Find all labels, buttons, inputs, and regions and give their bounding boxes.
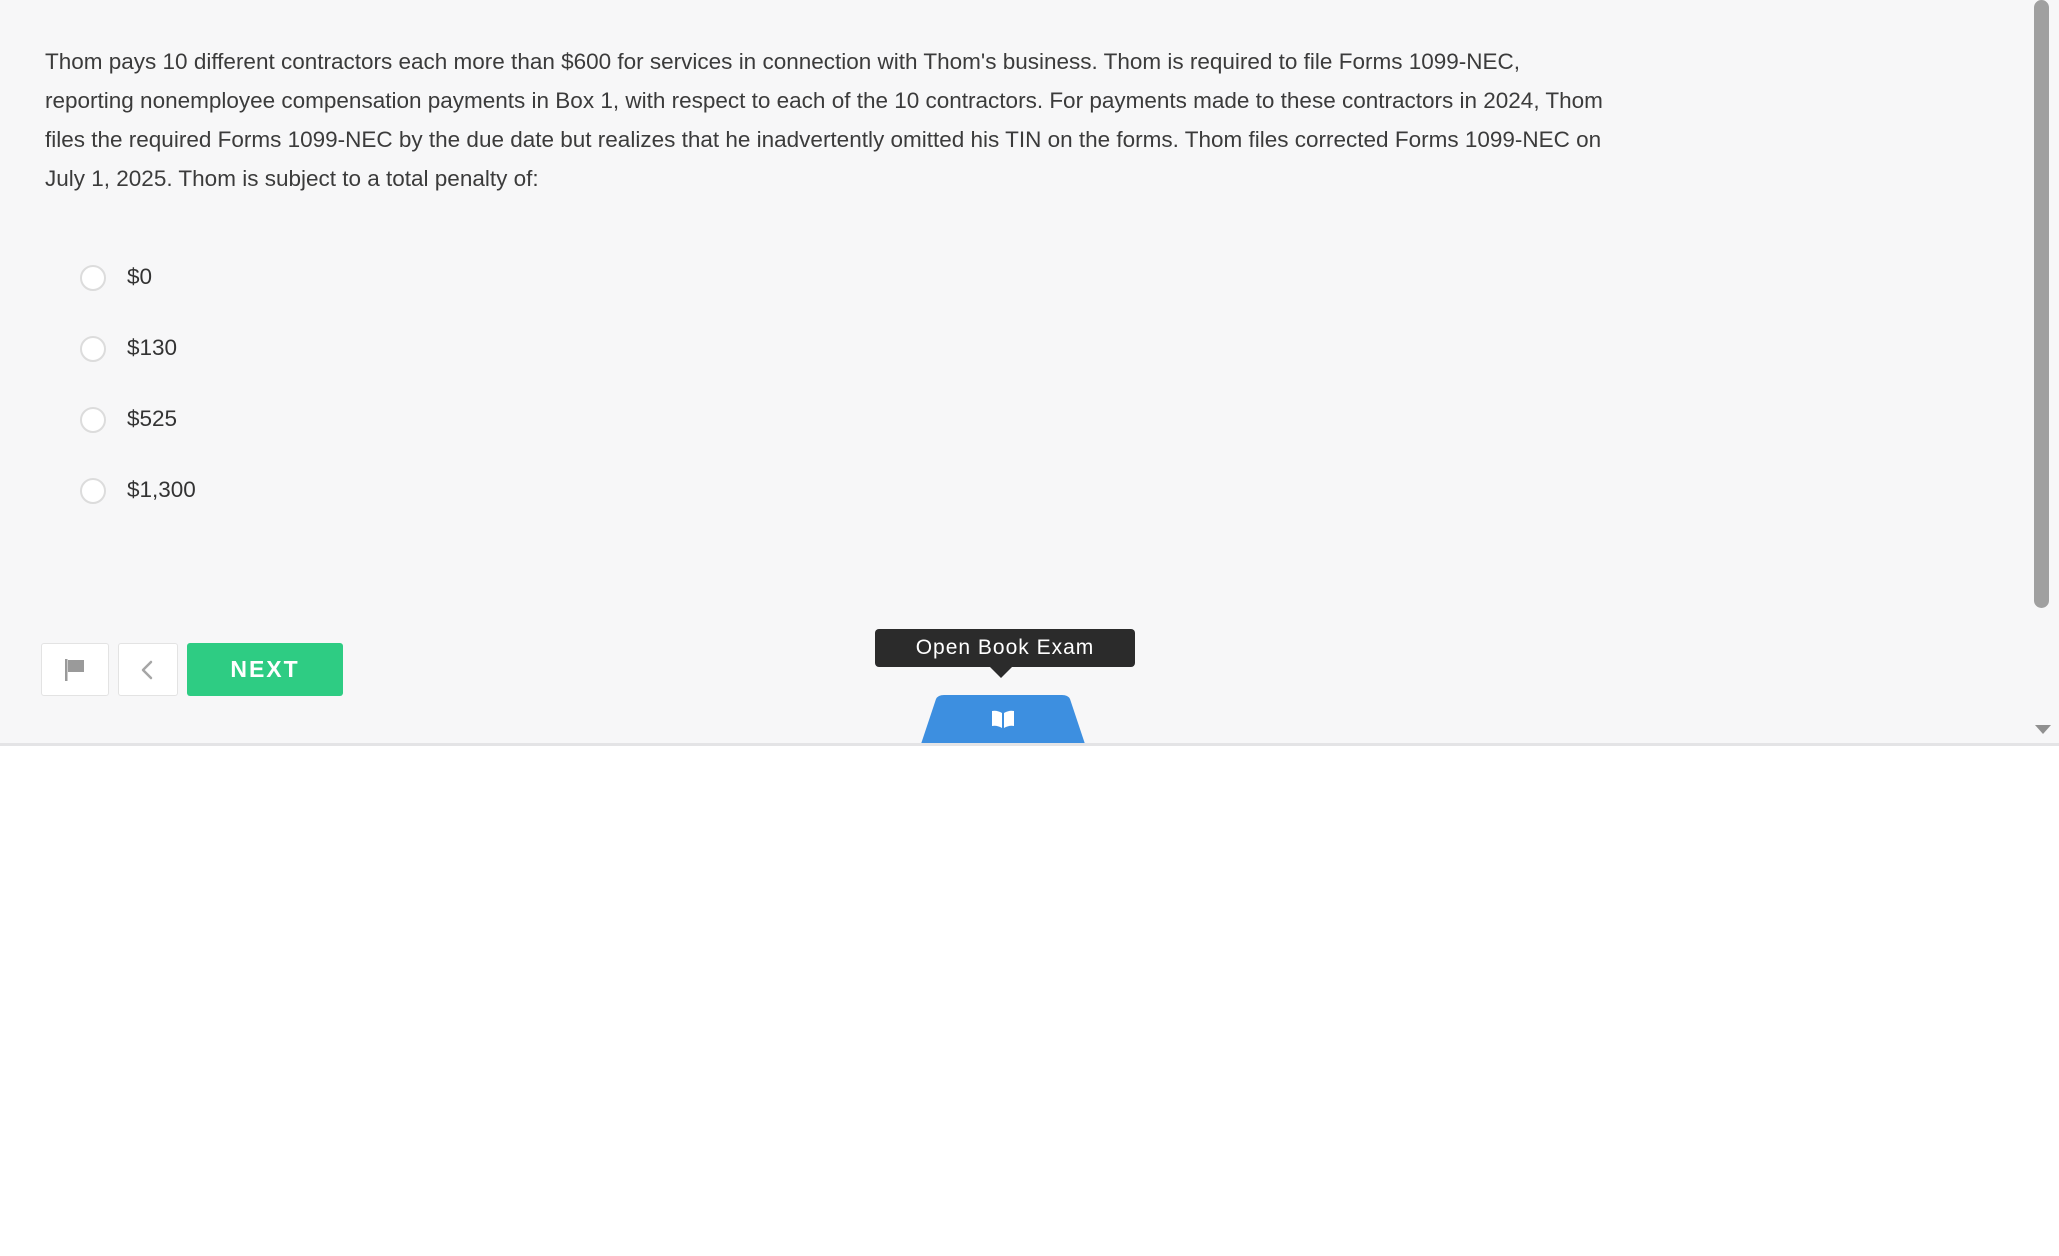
- open-book-tooltip: Open Book Exam: [875, 629, 1135, 667]
- answer-choices: $0 $130 $525 $1,300: [80, 258, 196, 542]
- choice-2[interactable]: $525: [80, 400, 196, 471]
- open-book-icon: [992, 710, 1014, 728]
- exam-panel: Thom pays 10 different contractors each …: [0, 0, 2059, 746]
- open-book-tab[interactable]: [920, 695, 1086, 743]
- scroll-down-arrow-icon[interactable]: [2031, 718, 2055, 740]
- choice-0[interactable]: $0: [80, 258, 196, 329]
- choice-3[interactable]: $1,300: [80, 471, 196, 542]
- flag-icon: [65, 658, 84, 681]
- tooltip-arrow: [990, 667, 1012, 678]
- choice-label: $1,300: [127, 477, 196, 502]
- flag-button[interactable]: [41, 643, 109, 696]
- scrollbar-thumb[interactable]: [2034, 0, 2049, 608]
- choice-1[interactable]: $130: [80, 329, 196, 400]
- chevron-left-icon: [141, 660, 153, 679]
- next-button[interactable]: NEXT: [187, 643, 343, 696]
- question-toolbar: NEXT: [41, 643, 343, 696]
- choice-label: $130: [127, 335, 178, 360]
- radio-button[interactable]: [80, 407, 106, 433]
- back-button[interactable]: [118, 643, 178, 696]
- choice-label: $0: [127, 264, 153, 289]
- vertical-scrollbar[interactable]: [2031, 0, 2059, 743]
- radio-button[interactable]: [80, 265, 106, 291]
- question-text: Thom pays 10 different contractors each …: [45, 49, 1603, 191]
- choice-label: $525: [127, 406, 178, 431]
- radio-button[interactable]: [80, 478, 106, 504]
- radio-button[interactable]: [80, 336, 106, 362]
